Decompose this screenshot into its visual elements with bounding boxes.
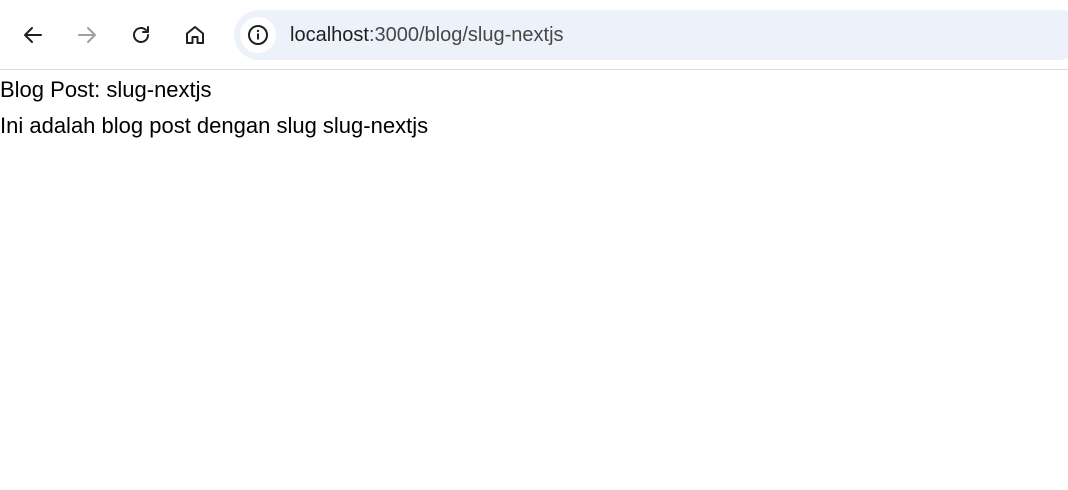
- arrow-right-icon: [78, 27, 96, 43]
- arrow-left-icon: [24, 27, 42, 43]
- back-button[interactable]: [15, 17, 51, 53]
- url-host: localhost: [290, 24, 369, 46]
- page-body-text: Ini adalah blog post dengan slug slug-ne…: [0, 113, 429, 138]
- reload-button[interactable]: [123, 17, 159, 53]
- url-path: :3000/blog/slug-nextjs: [368, 24, 564, 46]
- home-icon: [186, 26, 204, 44]
- browser-toolbar: localhost:3000/blog/slug-nextjs: [0, 0, 1068, 70]
- url-text[interactable]: localhost:3000/blog/slug-nextjs: [290, 23, 564, 47]
- info-icon: [248, 25, 268, 45]
- page-title: Blog Post: slug-nextjs: [0, 77, 212, 102]
- reload-icon: [133, 26, 149, 43]
- address-bar[interactable]: localhost:3000/blog/slug-nextjs: [234, 10, 1068, 60]
- site-info-button[interactable]: [240, 17, 276, 53]
- home-button[interactable]: [177, 17, 213, 53]
- forward-button[interactable]: [69, 17, 105, 53]
